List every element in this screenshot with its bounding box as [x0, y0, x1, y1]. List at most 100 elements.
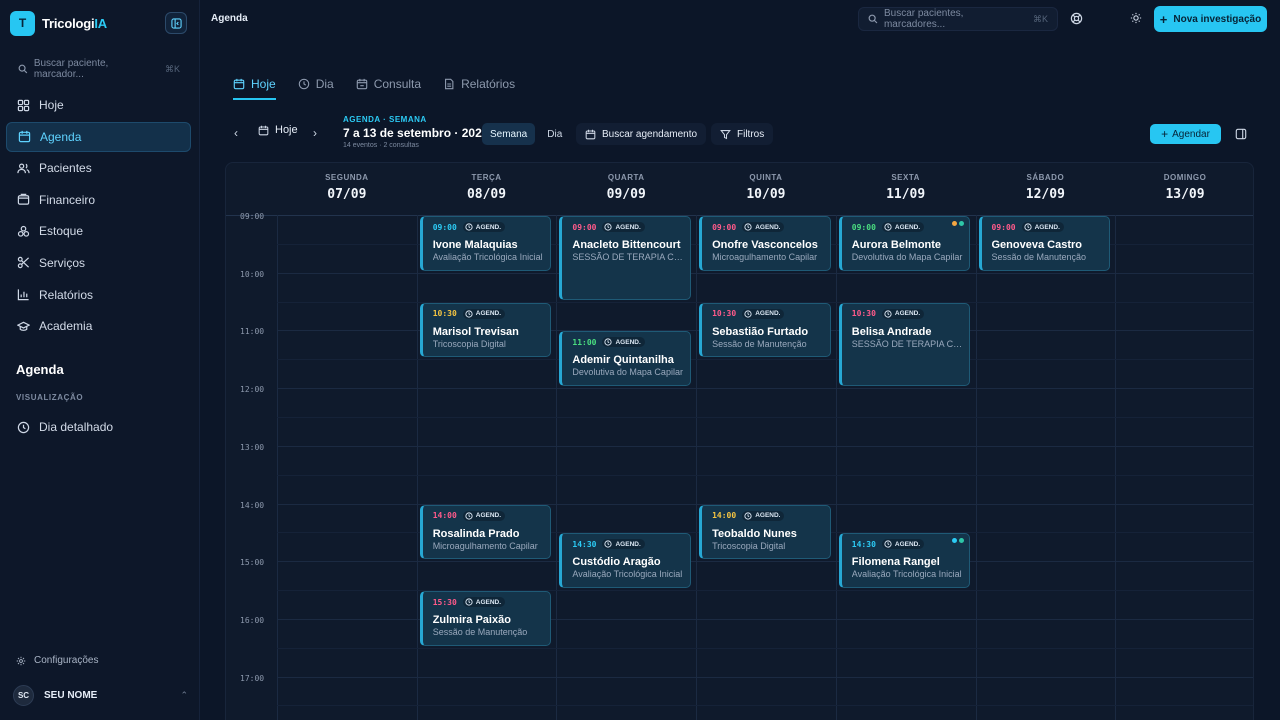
sidebar-item-agenda[interactable]: Agenda: [6, 121, 191, 152]
tag-dots: [952, 538, 965, 544]
half-hour-line: [277, 359, 1253, 361]
appointment-card[interactable]: 09:00 AGEND. Genoveva Castro Sessão de Manu…: [978, 216, 1111, 271]
appointment-card[interactable]: 14:00 AGEND. Rosalinda Prado Microagulhamen…: [419, 504, 552, 560]
appointment-card[interactable]: 09:00 AGEND. Onofre Vasconcelos Microagulha…: [699, 216, 831, 271]
status-label: AGEND.: [755, 310, 781, 318]
appointment-card[interactable]: 14:30 AGEND. Filomena Rangel Avaliação Tric…: [838, 533, 971, 589]
panel-right-icon: [1235, 128, 1247, 140]
chevron-up-down-icon: ⌃: [180, 690, 188, 700]
previous-week-button[interactable]: ‹: [234, 126, 238, 140]
sidebar-search-placeholder: Buscar paciente, marcador...: [33, 58, 109, 80]
appointment-card[interactable]: 09:00 AGEND. Anacleto Bittencourt SESSÃO DE…: [559, 216, 692, 300]
appointment-card[interactable]: 14:30 AGEND. Custódio Aragão Avaliação Tric…: [559, 533, 692, 589]
appointment-card[interactable]: 15:30 AGEND. Zulmira Paixão Sessão de Manut…: [419, 591, 552, 646]
service-name: Sessão de Manutenção: [712, 338, 807, 349]
help-button[interactable]: [1068, 10, 1084, 26]
new-investigation-button[interactable]: + Nova investigação: [1154, 6, 1267, 32]
status-label: AGEND.: [894, 540, 921, 548]
status-badge: AGEND.: [602, 337, 645, 348]
user-menu[interactable]: SC SEU NOME ⌃: [13, 685, 188, 706]
brand[interactable]: T TricologiIA: [10, 10, 107, 36]
tab-dia[interactable]: Dia: [298, 72, 334, 96]
tab-hoje[interactable]: Hoje: [233, 72, 276, 100]
appointment-time: 14:00: [712, 511, 737, 520]
sidebar-item-label: Financeiro: [39, 192, 96, 207]
clock-icon: [744, 511, 752, 520]
appointment-card[interactable]: 09:00 AGEND. Aurora Belmonte Devolutiva do …: [838, 216, 971, 271]
service-name: Tricoscopia Digital: [432, 338, 506, 349]
search-appointment-button[interactable]: Buscar agendamento: [576, 123, 707, 145]
sidebar-item-label: Academia: [39, 319, 93, 334]
day-date: 13/09: [1165, 187, 1205, 202]
clock-icon: [604, 223, 613, 231]
hour-label: 17:00: [240, 673, 265, 683]
clock-icon: [17, 421, 30, 433]
today-button[interactable]: Hoje: [258, 124, 298, 136]
clock-icon: [298, 78, 309, 90]
service-name: Avaliação Tricológica Inicial: [851, 569, 962, 580]
settings-link[interactable]: Configurações: [16, 655, 98, 666]
sidebar-item-academia[interactable]: Academia: [6, 311, 191, 341]
next-week-button[interactable]: ›: [313, 126, 317, 140]
half-hour-line: [277, 474, 1253, 476]
status-badge: AGEND.: [742, 510, 785, 521]
schedule-button[interactable]: + Agendar: [1150, 124, 1221, 144]
filter-icon: [720, 129, 731, 139]
sidebar-item-hoje[interactable]: Hoje: [6, 90, 191, 120]
toggle-side-panel-button[interactable]: [1232, 125, 1250, 143]
status-badge: AGEND.: [462, 510, 506, 521]
calendar-icon: [18, 131, 31, 143]
day-column-divider: [975, 215, 977, 720]
global-search-input[interactable]: Buscar pacientes, marcadores... ⌘K: [858, 7, 1058, 31]
service-name: Devolutiva do Mapa Capilar: [572, 367, 683, 378]
patient-name: Genoveva Castro: [991, 239, 1082, 251]
tab-relatorios[interactable]: Relatórios: [443, 72, 515, 96]
appointment-time: 10:30: [712, 309, 737, 319]
status-label: AGEND.: [755, 223, 781, 231]
tab-consulta[interactable]: Consulta: [356, 72, 421, 96]
sidebar-item-pacientes[interactable]: Pacientes: [6, 153, 191, 183]
day-header[interactable]: QUINTA 10/09: [696, 163, 836, 215]
user-name: SEU NOME: [44, 690, 98, 701]
day-header[interactable]: TERÇA 08/09: [417, 163, 557, 215]
day-date: 08/09: [466, 187, 507, 202]
sidebar-search[interactable]: Buscar paciente, marcador... ⌘K: [8, 57, 190, 81]
appointment-time: 09:00: [851, 222, 876, 232]
appointment-time: 14:30: [572, 539, 597, 549]
day-column-divider: [1115, 215, 1117, 720]
day-header[interactable]: SEGUNDA 07/09: [277, 163, 417, 215]
day-view-button[interactable]: Dia: [539, 123, 570, 145]
day-header[interactable]: SÁBADO 12/09: [976, 163, 1116, 215]
search-appointment-label: Buscar agendamento: [602, 128, 698, 140]
appointment-card[interactable]: 11:00 AGEND. Ademir Quintanilha Devolutiva …: [559, 331, 692, 387]
day-name: QUINTA: [749, 173, 783, 182]
day-name: SEXTA: [891, 173, 920, 182]
appointment-card[interactable]: 10:30 AGEND. Belisa Andrade SESSÃO DE TERAP…: [838, 302, 971, 387]
service-name: Sessão de Manutenção: [991, 252, 1087, 262]
sidebar-item-relatorios[interactable]: Relatórios: [6, 280, 191, 310]
status-label: AGEND.: [475, 512, 502, 519]
sidebar-item-estoque[interactable]: Estoque: [6, 216, 191, 246]
day-column-divider: [556, 215, 558, 720]
day-header[interactable]: SEXTA 11/09: [836, 163, 976, 215]
week-view-button[interactable]: Semana: [482, 123, 536, 145]
sidebar-item-financeiro[interactable]: Financeiro: [6, 185, 191, 215]
theme-toggle-button[interactable]: [1128, 10, 1144, 26]
day-name: DOMINGO: [1163, 173, 1207, 182]
half-hour-line: [277, 416, 1253, 418]
sidebar-item-servicos[interactable]: Serviços: [6, 248, 191, 278]
appointment-card[interactable]: 14:00 AGEND. Teobaldo Nunes Tricoscopia Dig…: [699, 504, 831, 560]
clock-icon: [884, 223, 892, 231]
collapse-sidebar-button[interactable]: [165, 12, 187, 34]
appointment-card[interactable]: 10:30 AGEND. Sebastião Furtado Sessão de Ma…: [699, 302, 831, 358]
plus-icon: +: [1159, 11, 1168, 27]
appointment-card[interactable]: 09:00 AGEND. Ivone Malaquias Avaliação Tric…: [419, 216, 552, 271]
appointment-card[interactable]: 10:30 AGEND. Marisol Trevisan Tricoscopia D…: [419, 302, 552, 358]
day-header[interactable]: QUARTA 09/09: [556, 163, 696, 215]
filters-button[interactable]: Filtros: [711, 123, 774, 145]
sidebar-item-label: Agenda: [40, 129, 82, 144]
sidebar-item-dia-detalhado[interactable]: Dia detalhado: [6, 412, 191, 442]
day-date: 07/09: [327, 187, 367, 202]
tab-label: Hoje: [251, 77, 276, 91]
day-header[interactable]: DOMINGO 13/09: [1115, 163, 1253, 215]
